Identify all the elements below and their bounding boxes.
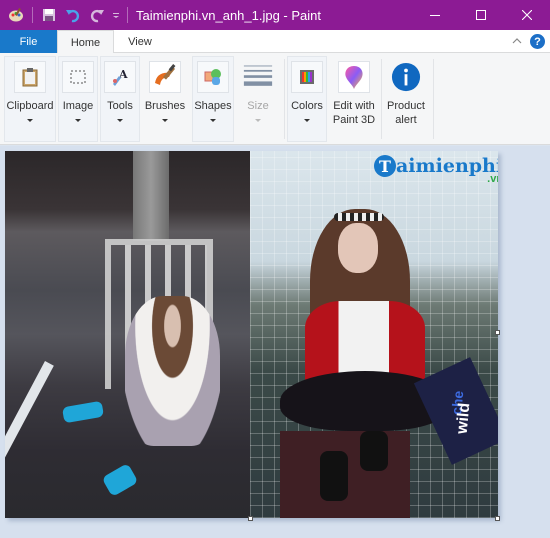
clipboard-icon — [14, 61, 46, 93]
divider — [127, 7, 128, 23]
watermark-brand-text: aimienphi — [396, 155, 498, 177]
resize-handle-corner[interactable] — [495, 516, 500, 521]
tools-label: Tools — [107, 100, 133, 112]
divider — [381, 59, 382, 139]
paint3d-label-line1: Edit with — [333, 100, 375, 112]
close-button[interactable] — [504, 0, 550, 30]
face — [338, 223, 378, 273]
shapes-label: Shapes — [194, 100, 232, 112]
chevron-down-icon — [210, 119, 216, 122]
headband — [334, 213, 384, 221]
chevron-down-icon — [117, 119, 123, 122]
ribbon-group-clipboard[interactable]: Clipboard — [4, 56, 56, 142]
product-alert-label-line2: alert — [395, 114, 417, 126]
title-bar: Taimienphi.vn_anh_1.jpg - Paint — [0, 0, 550, 30]
close-icon — [522, 10, 532, 20]
info-icon — [390, 61, 422, 93]
maximize-icon — [476, 10, 486, 20]
tab-file[interactable]: File — [0, 30, 57, 53]
help-button[interactable]: ? — [530, 34, 545, 49]
tab-view[interactable]: View — [114, 30, 166, 53]
shapes-icon — [197, 61, 229, 93]
resize-handle-bottom[interactable] — [248, 516, 253, 521]
redo-icon[interactable] — [87, 5, 107, 25]
chevron-down-icon — [162, 119, 168, 122]
chevron-down-icon — [255, 119, 261, 122]
product-alert-label: Product alert — [387, 99, 425, 127]
quick-access-toolbar — [0, 0, 134, 30]
girl-figure — [125, 296, 220, 446]
tab-home[interactable]: Home — [57, 30, 114, 54]
white-rail — [5, 361, 54, 516]
ribbon-group-image[interactable]: Image — [58, 56, 98, 142]
sign-text-line2: wild — [454, 401, 474, 435]
colors-palette-icon — [291, 61, 323, 93]
ribbon-group-tools[interactable]: A Tools — [100, 56, 140, 142]
maximize-button[interactable] — [458, 0, 504, 30]
customize-dropdown-icon[interactable] — [111, 5, 121, 25]
divider — [433, 59, 434, 139]
tools-icon: A — [104, 61, 136, 93]
select-rectangle-icon — [62, 61, 94, 93]
minimize-icon — [430, 15, 440, 16]
clipboard-label: Clipboard — [6, 100, 54, 112]
wild-sign: che wild — [413, 357, 498, 465]
black-sneaker — [360, 431, 388, 471]
paint3d-icon — [338, 61, 370, 93]
edit-with-paint3d-button[interactable]: Edit with Paint 3D — [330, 56, 378, 142]
undo-icon[interactable] — [63, 5, 83, 25]
paint-app-icon[interactable] — [6, 5, 26, 25]
brushes-label: Brushes — [144, 100, 186, 112]
chevron-down-icon — [27, 119, 33, 122]
resize-handle-right[interactable] — [495, 330, 500, 335]
chevron-down-icon — [304, 119, 310, 122]
watermark-suffix: .vn — [487, 173, 498, 185]
ribbon-group-brushes[interactable]: Brushes — [142, 56, 188, 142]
ribbon-group-colors[interactable]: Colors — [287, 56, 327, 142]
window-controls — [412, 0, 550, 30]
ribbon-group-size[interactable]: Size — [238, 56, 278, 142]
save-icon[interactable] — [39, 5, 59, 25]
watermark-initial: T — [374, 155, 396, 177]
image-canvas[interactable]: che wild T aimienphi .vn — [5, 151, 498, 518]
photo-left-girl-on-bench — [5, 151, 250, 518]
size-label: Size — [247, 100, 269, 112]
size-lines-icon — [242, 61, 274, 93]
divider — [284, 59, 285, 139]
ribbon-tabs: File Home View ? — [0, 30, 550, 54]
collapse-ribbon-button[interactable] — [510, 34, 524, 48]
ribbon-home: Clipboard Image A Tools Brushes Shapes S… — [0, 53, 550, 145]
paint3d-label-line2: Paint 3D — [332, 114, 376, 126]
colors-label: Colors — [291, 100, 323, 112]
brush-icon — [149, 61, 181, 93]
chevron-up-icon — [512, 38, 522, 44]
minimize-button[interactable] — [412, 0, 458, 30]
chevron-down-icon — [75, 119, 81, 122]
paint3d-label: Edit with Paint 3D — [333, 99, 375, 127]
product-alert-label-line1: Product — [387, 100, 425, 112]
canvas-workspace[interactable]: che wild T aimienphi .vn — [0, 146, 550, 538]
blue-shoe — [101, 462, 139, 498]
blue-shoe — [61, 400, 105, 424]
window-title: Taimienphi.vn_anh_1.jpg - Paint — [136, 7, 322, 23]
divider — [32, 7, 33, 23]
ribbon-group-shapes[interactable]: Shapes — [192, 56, 234, 142]
watermark-logo: T aimienphi .vn — [374, 155, 498, 185]
photo-right-girl-red-jacket: che wild T aimienphi .vn — [250, 151, 498, 518]
watermark-brand: T aimienphi — [374, 155, 498, 177]
pillar — [133, 151, 169, 241]
image-label: Image — [62, 100, 94, 112]
black-sneaker — [320, 451, 348, 501]
product-alert-button[interactable]: Product alert — [384, 56, 428, 142]
